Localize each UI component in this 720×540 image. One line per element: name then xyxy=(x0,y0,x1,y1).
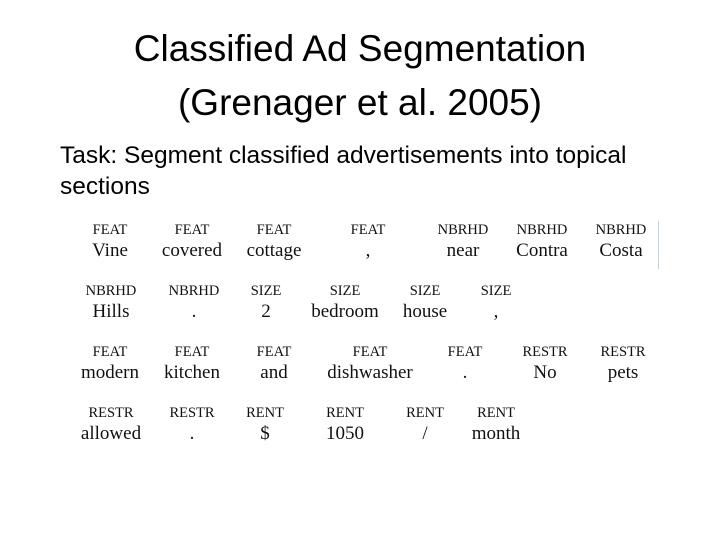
segment-label: FEAT xyxy=(256,222,292,238)
segment-token: FEAT cottage xyxy=(224,221,324,263)
segment-token: FEAT dishwasher xyxy=(320,343,420,385)
segment-word: month xyxy=(471,423,521,444)
segment-token: RENT month xyxy=(446,404,546,446)
segment-token: FEAT, xyxy=(318,221,418,263)
slide-title: Classified Ad Segmentation (Grenager et … xyxy=(0,22,720,130)
segment-token: NBRHD Costa xyxy=(571,221,671,263)
segment-label: FEAT xyxy=(352,344,388,360)
figure-border-line xyxy=(658,221,659,269)
segment-label: NBRHD xyxy=(595,222,647,238)
segment-word: , xyxy=(493,301,499,322)
segment-word: and xyxy=(260,362,288,383)
segment-word: , xyxy=(365,240,371,261)
segment-label: SIZE xyxy=(480,283,512,299)
segment-token: FEAT and xyxy=(224,343,324,385)
title-line-2: (Grenager et al. 2005) xyxy=(177,82,543,123)
segment-word: Costa xyxy=(599,240,643,261)
segment-label: FEAT xyxy=(256,344,292,360)
segment-label: RENT xyxy=(477,405,515,421)
segment-label: RESTR xyxy=(600,344,646,360)
segment-label: FEAT xyxy=(350,222,386,238)
segment-token: RESTR pets xyxy=(573,343,673,385)
segment-token: SIZE, xyxy=(446,282,546,324)
task-description: Task: Segment classified advertisements … xyxy=(60,142,627,200)
title-line-1: Classified Ad Segmentation xyxy=(133,28,587,69)
segment-word: cottage xyxy=(246,240,302,261)
segment-word: dishwasher xyxy=(327,362,413,383)
segment-word: pets xyxy=(607,362,639,383)
